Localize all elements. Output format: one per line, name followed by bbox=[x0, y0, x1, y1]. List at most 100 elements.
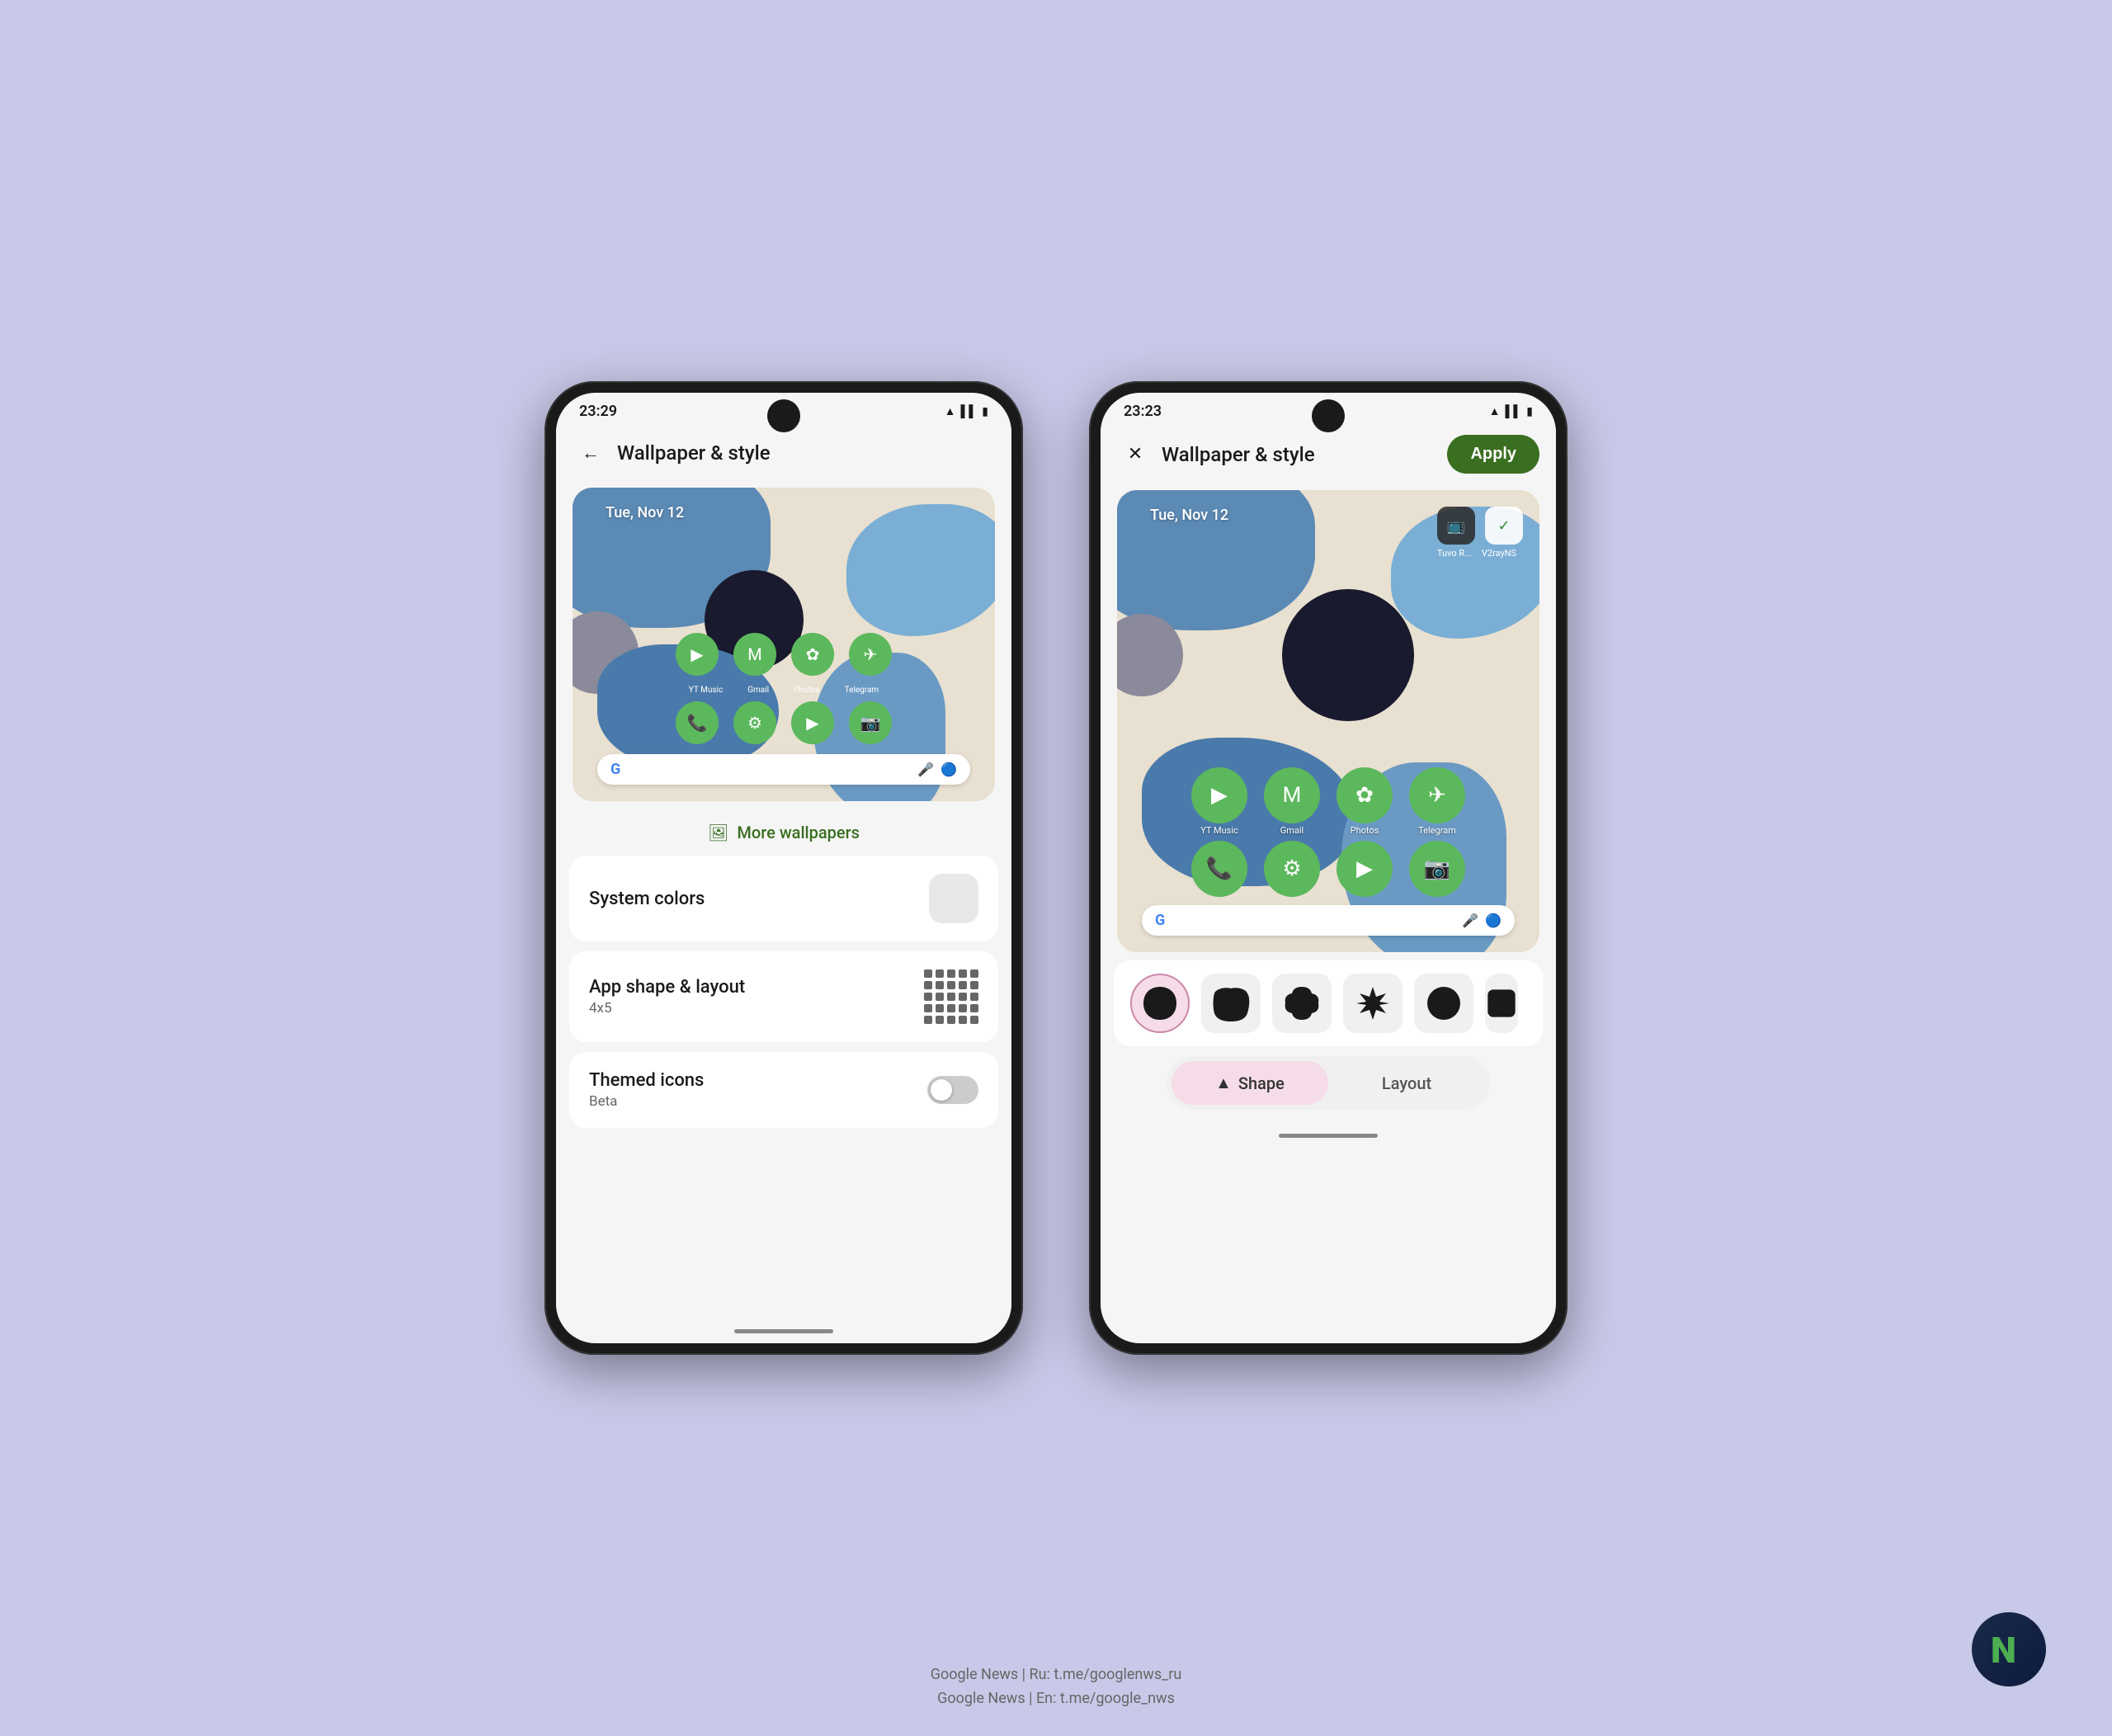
app-shape-text: App shape & layout 4x5 bbox=[589, 977, 745, 1017]
more-wallpapers-label: More wallpapers bbox=[737, 823, 860, 842]
layout-tab-label: Layout bbox=[1382, 1073, 1431, 1093]
status-time-left: 23:29 bbox=[579, 403, 617, 420]
icon-play-r: ▶ bbox=[1336, 841, 1393, 897]
icon-labels-r: Tuvo R...V2rayNS bbox=[1437, 548, 1523, 559]
color-preview-swatch bbox=[929, 874, 978, 923]
icon-row-1-labels: YT MusicGmailPhotosTelegram bbox=[589, 686, 978, 695]
phone-right-screen: 23:23 ▲ ▌▌ ▮ ✕ Wallpaper & style Apply bbox=[1101, 393, 1556, 1343]
shape-option-current[interactable] bbox=[1130, 974, 1190, 1033]
themed-icons-item[interactable]: Themed icons Beta bbox=[569, 1052, 998, 1128]
status-icons-left: ▲ ▌▌ ▮ bbox=[945, 404, 988, 418]
themed-icons-sub: Beta bbox=[589, 1093, 704, 1110]
large-icon-row-1: ▶ YT Music M Gmail ✿ Photos bbox=[1134, 767, 1523, 836]
date-overlay-right: Tue, Nov 12 bbox=[1150, 507, 1228, 524]
top-bar-left: ← Wallpaper & style bbox=[556, 427, 1011, 479]
signal-icon-r: ▌▌ bbox=[1505, 404, 1521, 418]
shape-tab-icon: ▲ bbox=[1215, 1073, 1232, 1093]
icon-photos-r: ✿ bbox=[1336, 767, 1393, 823]
shape-option-flower4[interactable] bbox=[1272, 974, 1332, 1033]
camera-notch bbox=[767, 399, 800, 432]
tab-shape[interactable]: ▲ Shape bbox=[1172, 1061, 1328, 1105]
more-wallpapers-row[interactable]: 🖼 More wallpapers bbox=[569, 809, 998, 856]
search-bar-right[interactable]: G 🎤 🔵 bbox=[1142, 905, 1515, 936]
app-icon-gmail: M bbox=[733, 633, 776, 676]
status-icons-right: ▲ ▌▌ ▮ bbox=[1489, 404, 1533, 418]
icon-row-2: 📞 ⚙ ▶ 📷 bbox=[589, 701, 978, 744]
icon-settings-r: ⚙ bbox=[1264, 841, 1320, 897]
telegram-label: Telegram bbox=[1418, 825, 1456, 836]
camera-notch-right bbox=[1312, 399, 1345, 432]
google-g: G bbox=[610, 761, 620, 778]
grid-icon bbox=[924, 969, 978, 1024]
settings-list-left: 🖼 More wallpapers System colors App shap… bbox=[556, 809, 1011, 1319]
bottom-indicator-right bbox=[1101, 1123, 1556, 1148]
status-time-right: 23:23 bbox=[1124, 403, 1162, 420]
search-bar-left[interactable]: G 🎤 🔵 bbox=[597, 754, 970, 785]
n-logo: N bbox=[1972, 1612, 2046, 1686]
battery-icon: ▮ bbox=[982, 405, 988, 418]
system-colors-item[interactable]: System colors bbox=[569, 856, 998, 941]
shape-option-squircle[interactable] bbox=[1201, 974, 1261, 1033]
shape-option-flower8[interactable] bbox=[1343, 974, 1402, 1033]
shape-selector bbox=[1114, 960, 1543, 1046]
icon-check-r: ✓ bbox=[1485, 507, 1523, 545]
top-bar-right: ✕ Wallpaper & style Apply bbox=[1101, 427, 1556, 482]
wifi-icon-r: ▲ bbox=[1489, 404, 1501, 418]
icon-camera-r: 📷 bbox=[1409, 841, 1465, 897]
app-icon-telegram: ✈ bbox=[849, 633, 892, 676]
icon-telegram-r: ✈ bbox=[1409, 767, 1465, 823]
shape-squircle-current bbox=[1140, 984, 1180, 1023]
close-button[interactable]: ✕ bbox=[1117, 436, 1153, 473]
themed-icons-text: Themed icons Beta bbox=[589, 1070, 704, 1110]
footer-line1: Google News | Ru: t.me/googlenws_ru bbox=[0, 1663, 2112, 1687]
back-button[interactable]: ← bbox=[573, 435, 609, 471]
lens-icon-left: 🔵 bbox=[940, 762, 957, 777]
blob-blue-med bbox=[846, 504, 995, 636]
app-icon-photos: ✿ bbox=[791, 633, 834, 676]
battery-icon-r: ▮ bbox=[1526, 405, 1533, 418]
home-bar-right bbox=[1279, 1134, 1378, 1138]
icon-phone-r: 📞 bbox=[1191, 841, 1247, 897]
app-shape-item[interactable]: App shape & layout 4x5 bbox=[569, 951, 998, 1042]
themed-icons-toggle[interactable] bbox=[927, 1076, 978, 1104]
shape-circle bbox=[1424, 984, 1464, 1023]
wallpaper-preview-right[interactable]: Tue, Nov 12 📺 ✓ Tuvo R...V2rayNS bbox=[1117, 490, 1539, 952]
icon-row-1: ▶ M ✿ ✈ bbox=[589, 633, 978, 676]
mic-icon-r: 🎤 bbox=[1462, 913, 1478, 928]
icons-area-left: 📺 ✓ Tuvo R... V2rayNS ▶ M ✿ ✈ bbox=[589, 633, 978, 785]
icon-tv-r: 📺 bbox=[1437, 507, 1475, 545]
app-icon-play: ▶ bbox=[791, 701, 834, 744]
wallpaper-preview-left[interactable]: Tue, Nov 12 📺 ✓ Tuvo R... V2rayNS bbox=[573, 488, 995, 801]
icons-area-right: ▶ YT Music M Gmail ✿ Photos bbox=[1134, 767, 1523, 936]
yt-label: YT Music bbox=[1200, 825, 1238, 836]
more-wallpapers-icon: 🖼 bbox=[708, 823, 728, 842]
system-colors-text: System colors bbox=[589, 889, 705, 909]
mic-icon-left: 🎤 bbox=[917, 762, 934, 777]
shape-option-next[interactable] bbox=[1485, 974, 1518, 1033]
large-icon-row-2: 📞 ⚙ ▶ 📷 bbox=[1134, 841, 1523, 897]
icon-yt-r: ▶ bbox=[1191, 767, 1247, 823]
page-title-right: Wallpaper & style bbox=[1162, 443, 1447, 466]
themed-icons-title: Themed icons bbox=[589, 1070, 704, 1091]
bottom-indicator-left bbox=[556, 1319, 1011, 1343]
app-shape-sub: 4x5 bbox=[589, 1000, 745, 1017]
phone-left-screen: 23:29 ▲ ▌▌ ▮ ← Wallpaper & style bbox=[556, 393, 1011, 1343]
icon-gmail-r: M bbox=[1264, 767, 1320, 823]
tab-layout[interactable]: Layout bbox=[1328, 1061, 1485, 1105]
blob-r-3 bbox=[1282, 589, 1414, 721]
lens-icon-r: 🔵 bbox=[1485, 913, 1502, 928]
toggle-thumb bbox=[931, 1079, 952, 1101]
shape-option-circle[interactable] bbox=[1414, 974, 1473, 1033]
home-bar-left bbox=[734, 1329, 833, 1333]
date-overlay-left: Tue, Nov 12 bbox=[606, 504, 684, 521]
phone-right: 23:23 ▲ ▌▌ ▮ ✕ Wallpaper & style Apply bbox=[1089, 381, 1568, 1355]
apply-button[interactable]: Apply bbox=[1447, 435, 1539, 474]
app-icon-phone: 📞 bbox=[676, 701, 719, 744]
tab-bar: ▲ Shape Layout bbox=[1167, 1056, 1490, 1110]
google-g-r: G bbox=[1155, 912, 1165, 929]
shape-tab-label: Shape bbox=[1238, 1073, 1285, 1093]
shape-next bbox=[1485, 984, 1518, 1023]
footer-line2: Google News | En: t.me/google_nws bbox=[0, 1687, 2112, 1711]
app-icon-yt: ▶ bbox=[676, 633, 719, 676]
wallpaper-bg-left: Tue, Nov 12 📺 ✓ Tuvo R... V2rayNS bbox=[573, 488, 995, 801]
